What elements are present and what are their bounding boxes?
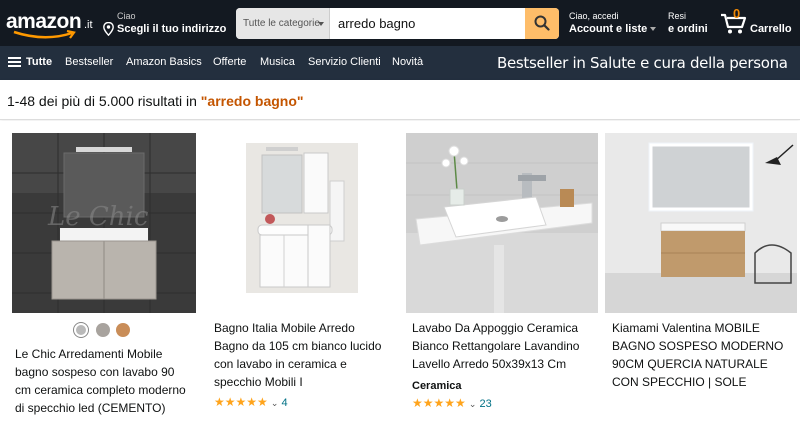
deliver-to[interactable]: Ciao Scegli il tuo indirizzo bbox=[103, 10, 231, 38]
cart-label: Carrello bbox=[750, 23, 792, 35]
color-swatch-grey[interactable] bbox=[96, 323, 110, 337]
search-category-select[interactable]: Tutte le categorie bbox=[236, 8, 330, 39]
nav-link-offerte[interactable]: Offerte bbox=[213, 56, 246, 68]
account-menu[interactable]: Ciao, accedi Account e liste bbox=[569, 11, 657, 35]
nav-link-amazon-basics[interactable]: Amazon Basics bbox=[126, 56, 202, 68]
title-line: Kiamami Valentina MOBILE bbox=[612, 321, 760, 335]
product-rating[interactable]: ★★★★★ ⌄ 4 bbox=[214, 395, 288, 409]
account-lists-label: Account e liste bbox=[569, 23, 648, 35]
search-icon bbox=[534, 15, 550, 31]
orders-label: e ordini bbox=[668, 23, 708, 35]
product-title[interactable]: Lavabo Da Appoggio Ceramica Bianco Retta… bbox=[412, 319, 596, 373]
color-swatch-cemento[interactable] bbox=[74, 323, 88, 337]
sub-nav: Tutte Bestseller Amazon Basics Offerte M… bbox=[0, 46, 800, 80]
title-line: specchio Mobili I bbox=[214, 375, 303, 389]
logo-tld: .it bbox=[84, 19, 93, 31]
chevron-down-icon: ⌄ bbox=[468, 399, 477, 409]
product-card: Bagno Italia Mobile Arredo Bagno da 105 … bbox=[206, 133, 398, 428]
title-line: CON SPECCHIO | SOLE bbox=[612, 375, 747, 389]
title-line: Le Chic Arredamenti Mobile bbox=[15, 347, 163, 361]
product-title[interactable]: Kiamami Valentina MOBILE BAGNO SOSPESO M… bbox=[612, 319, 796, 391]
color-swatch-oak[interactable] bbox=[116, 323, 130, 337]
svg-text:Le Chic: Le Chic bbox=[47, 202, 149, 232]
title-line: 90CM QUERCIA NATURALE bbox=[612, 357, 768, 371]
product-image[interactable] bbox=[206, 133, 398, 313]
nav-link-bestseller[interactable]: Bestseller bbox=[65, 56, 113, 68]
product-title[interactable]: Bagno Italia Mobile Arredo Bagno da 105 … bbox=[214, 319, 398, 391]
search-category-label: Tutte le categorie bbox=[243, 18, 320, 29]
rating-count: 4 bbox=[281, 397, 288, 409]
results-query: "arredo bagno" bbox=[200, 93, 304, 109]
top-nav: amazon .it Ciao Scegli il tuo indirizzo … bbox=[0, 0, 800, 46]
title-line: Lavabo Da Appoggio Ceramica bbox=[412, 321, 579, 335]
all-menu-label: Tutte bbox=[26, 56, 53, 68]
nav-link-musica[interactable]: Musica bbox=[260, 56, 295, 68]
product-card: Lavabo Da Appoggio Ceramica Bianco Retta… bbox=[406, 133, 598, 428]
hamburger-menu-icon bbox=[8, 57, 21, 68]
location-pin-icon bbox=[103, 22, 114, 36]
product-image[interactable] bbox=[406, 133, 598, 313]
promo-banner-link[interactable]: Bestseller in Salute e cura della person… bbox=[497, 54, 788, 72]
title-line: Bagno da 105 cm bianco lucido bbox=[214, 339, 382, 353]
search-bar: Tutte le categorie bbox=[236, 8, 559, 39]
title-line: BAGNO SOSPESO MODERNO bbox=[612, 339, 784, 353]
deliver-greeting: Ciao bbox=[117, 11, 136, 21]
smile-arrow-icon bbox=[13, 30, 76, 39]
product-image[interactable]: Le Chic bbox=[12, 133, 196, 313]
cart-button[interactable]: 0 Carrello bbox=[720, 6, 796, 38]
star-rating-icon: ★★★★★ bbox=[214, 395, 268, 409]
chevron-down-icon: ⌄ bbox=[270, 398, 279, 408]
title-line: con lavabo in ceramica e bbox=[214, 357, 347, 371]
title-line: cm ceramica completo moderno bbox=[15, 383, 186, 397]
title-line: Lavello Arredo 50x39x13 Cm bbox=[412, 357, 567, 371]
chevron-down-icon bbox=[650, 27, 657, 32]
account-greeting: Ciao, accedi bbox=[569, 11, 619, 21]
title-line: Bianco Rettangolare Lavandino bbox=[412, 339, 580, 353]
account-label: Account e liste bbox=[569, 23, 657, 35]
star-rating-icon: ★★★★★ bbox=[412, 396, 466, 410]
product-image[interactable] bbox=[605, 133, 797, 313]
results-prefix: 1-48 dei più di 5.000 risultati in bbox=[7, 93, 201, 109]
product-rating[interactable]: ★★★★★ ⌄ 23 bbox=[412, 396, 492, 410]
nav-link-servizio-clienti[interactable]: Servizio Clienti bbox=[308, 56, 381, 68]
amazon-logo[interactable]: amazon .it bbox=[6, 6, 96, 40]
chevron-down-icon bbox=[318, 22, 324, 26]
results-count: 1-48 dei più di 5.000 risultati in "arre… bbox=[7, 93, 304, 109]
returns-orders[interactable]: Resi e ordini bbox=[668, 11, 708, 35]
cart-count: 0 bbox=[733, 6, 741, 21]
search-input[interactable] bbox=[330, 8, 525, 39]
search-button[interactable] bbox=[525, 8, 559, 39]
title-line: bagno sospeso con lavabo 90 bbox=[15, 365, 175, 379]
product-card: Le Chic Le Chic Arredamenti Mobile bagno… bbox=[12, 133, 196, 428]
returns-label: Resi bbox=[668, 11, 687, 21]
nav-link-novita[interactable]: Novità bbox=[392, 56, 423, 68]
product-card: Kiamami Valentina MOBILE BAGNO SOSPESO M… bbox=[605, 133, 797, 428]
product-title[interactable]: Le Chic Arredamenti Mobile bagno sospeso… bbox=[15, 345, 199, 417]
results-info-bar: 1-48 dei più di 5.000 risultati in "arre… bbox=[0, 80, 800, 120]
rating-count: 23 bbox=[479, 398, 492, 410]
title-line: Bagno Italia Mobile Arredo bbox=[214, 321, 355, 335]
title-line: di specchio led (CEMENTO) bbox=[15, 401, 166, 415]
deliver-address: Scegli il tuo indirizzo bbox=[117, 23, 227, 35]
product-brand: Ceramica bbox=[412, 380, 462, 392]
